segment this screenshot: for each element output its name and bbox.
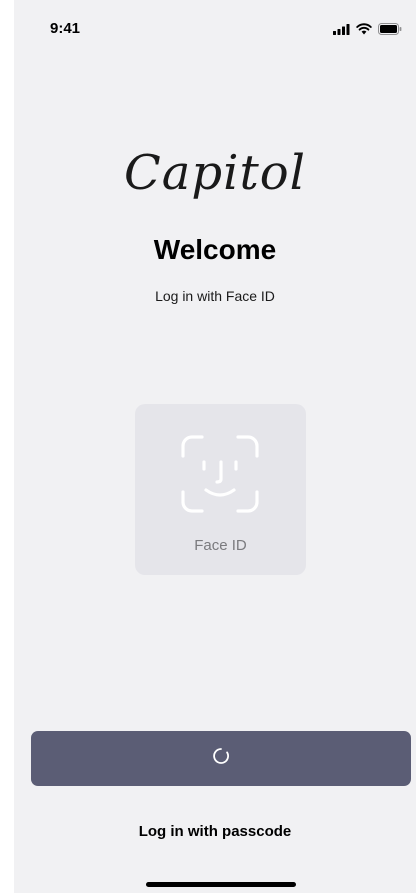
face-id-icon: [178, 432, 262, 521]
welcome-title: Welcome: [153, 234, 277, 265]
phone-screen: 9:41 Capitol Welcome Log in with Face ID…: [14, 0, 416, 893]
status-time: 9:41: [50, 20, 81, 37]
wifi-icon: [356, 23, 372, 35]
home-indicator[interactable]: [146, 882, 296, 887]
login-button[interactable]: [31, 731, 411, 786]
loading-spinner-icon: [211, 746, 231, 771]
brand-logo: Capitol: [14, 128, 416, 218]
status-bar: 9:41: [14, 0, 416, 52]
face-id-card[interactable]: Face ID: [135, 404, 306, 575]
status-icons: [333, 22, 402, 36]
face-id-label: Face ID: [194, 537, 247, 554]
battery-icon: [378, 23, 402, 35]
cellular-signal-icon: [333, 23, 350, 35]
brand-logo-text: Capitol: [124, 145, 306, 201]
login-with-passcode-link[interactable]: Log in with passcode: [14, 823, 416, 840]
welcome-subtitle: Log in with Face ID: [155, 288, 275, 304]
